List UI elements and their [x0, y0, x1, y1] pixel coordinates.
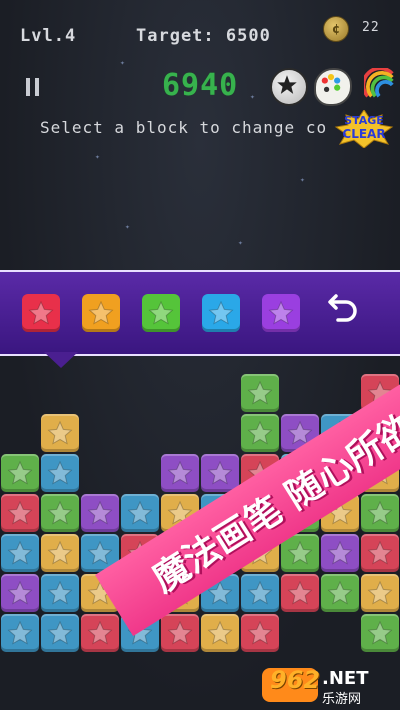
sparkle: ✦: [300, 175, 305, 184]
current-score: 6940: [162, 68, 239, 103]
star-block[interactable]: [361, 614, 399, 652]
star-block[interactable]: [361, 534, 399, 572]
star-block[interactable]: [321, 574, 359, 612]
watermark-site: 乐游网: [322, 692, 362, 707]
rainbow-icon[interactable]: [361, 66, 396, 100]
star-block[interactable]: [241, 574, 279, 612]
star-block[interactable]: [41, 534, 79, 572]
watermark-number: 962: [270, 666, 321, 694]
star-block[interactable]: [321, 534, 359, 572]
sparkle: ✦: [120, 58, 125, 67]
star-block[interactable]: [81, 494, 119, 532]
watermark-domain: .NET: [322, 668, 369, 689]
color-swatch-blue[interactable]: [202, 294, 240, 332]
star-block[interactable]: [1, 614, 39, 652]
color-swatch-green[interactable]: [142, 294, 180, 332]
instruction-text: Select a block to change co: [40, 118, 328, 137]
pause-button[interactable]: [26, 78, 40, 96]
star-block[interactable]: [1, 454, 39, 492]
palette-icon[interactable]: [314, 68, 352, 106]
undo-icon[interactable]: [326, 294, 362, 332]
selection-pointer: [44, 352, 78, 368]
star-block[interactable]: [1, 574, 39, 612]
star-block[interactable]: [41, 574, 79, 612]
site-watermark: 962 .NET 乐游网: [262, 664, 396, 707]
star-block[interactable]: [41, 614, 79, 652]
stage-clear-badge: STAGE CLEAR: [330, 109, 398, 149]
badge-bottom-text: CLEAR: [342, 127, 386, 141]
star-block[interactable]: [1, 534, 39, 572]
level-label: Lvl.4: [20, 26, 77, 46]
star-block[interactable]: [241, 614, 279, 652]
coin-icon: ¢: [323, 16, 349, 42]
sparkle: ✦: [238, 238, 243, 247]
color-swatch-orange[interactable]: [82, 294, 120, 332]
star-block[interactable]: [41, 494, 79, 532]
color-swatch-purple[interactable]: [262, 294, 300, 332]
sparkle: ✦: [250, 92, 255, 101]
coin-count: 22: [362, 20, 380, 35]
star-block[interactable]: [241, 374, 279, 412]
star-block[interactable]: [41, 414, 79, 452]
star-block[interactable]: [281, 574, 319, 612]
star-block[interactable]: [361, 494, 399, 532]
bomb-icon[interactable]: [270, 68, 308, 106]
star-block[interactable]: [161, 614, 199, 652]
game-screen: ✦ ✦ ✦ ✦ ✦ ✦ Lvl.4 Target: 6500 ¢ 22 6940…: [0, 0, 400, 710]
color-swatch-red[interactable]: [22, 294, 60, 332]
target-score: Target: 6500: [136, 26, 271, 46]
sparkle: ✦: [125, 222, 130, 231]
star-block[interactable]: [201, 614, 239, 652]
star-block[interactable]: [201, 454, 239, 492]
badge-top-text: STAGE: [344, 114, 384, 127]
star-block[interactable]: [121, 494, 159, 532]
star-block[interactable]: [161, 454, 199, 492]
star-block[interactable]: [361, 574, 399, 612]
color-picker-bar: [0, 270, 400, 356]
sparkle: ✦: [95, 152, 100, 161]
star-block[interactable]: [41, 454, 79, 492]
star-block[interactable]: [81, 614, 119, 652]
star-block[interactable]: [1, 494, 39, 532]
star-block[interactable]: [241, 414, 279, 452]
